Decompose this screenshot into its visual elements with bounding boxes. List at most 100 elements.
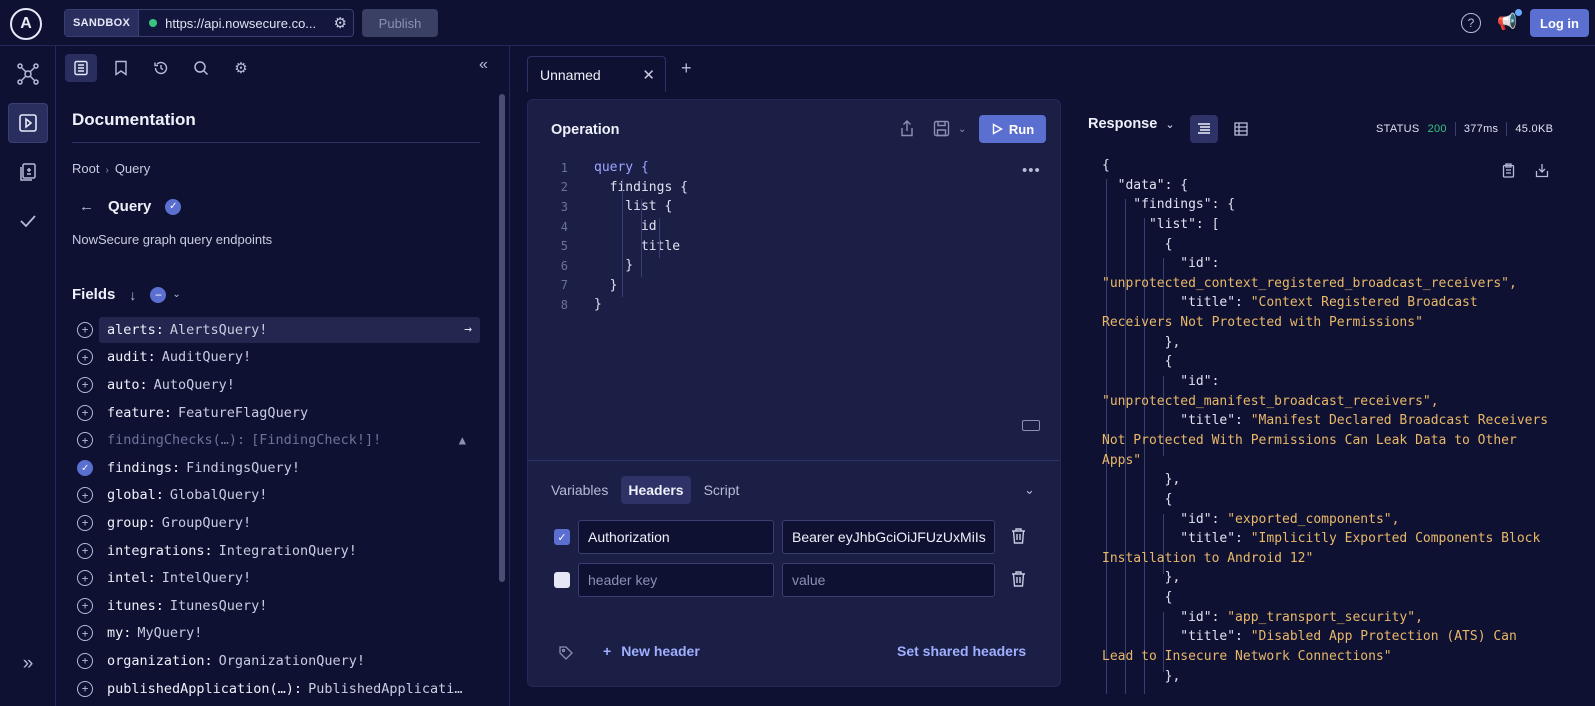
help-icon[interactable]: ? bbox=[1461, 13, 1481, 33]
add-field-plus-icon[interactable]: + bbox=[77, 625, 93, 642]
field-name[interactable]: intel: bbox=[107, 570, 156, 586]
header-key-input[interactable]: header key bbox=[578, 563, 774, 597]
expand-rail-icon[interactable]: » bbox=[8, 644, 48, 684]
add-field-plus-icon[interactable]: + bbox=[77, 376, 93, 393]
announcements-megaphone-icon[interactable]: 📢 bbox=[1497, 9, 1522, 32]
add-field-plus-icon[interactable]: + bbox=[77, 680, 93, 697]
field-row[interactable]: + itunes: ItunesQuery! bbox=[77, 592, 480, 620]
field-selected-check-icon[interactable]: ✓ bbox=[77, 459, 93, 476]
field-type[interactable]: [FindingCheck!]! bbox=[251, 432, 381, 448]
keyboard-shortcuts-icon[interactable] bbox=[1022, 420, 1040, 431]
field-name[interactable]: auto: bbox=[107, 377, 148, 393]
add-field-plus-icon[interactable]: + bbox=[77, 404, 93, 421]
chevron-down-icon[interactable]: ⌄ bbox=[172, 289, 180, 300]
connection-settings-gear-icon[interactable]: ⚙ bbox=[334, 14, 347, 32]
add-field-plus-icon[interactable]: + bbox=[77, 570, 93, 587]
field-row[interactable]: + alerts: AlertsQuery! → bbox=[77, 316, 480, 344]
add-field-plus-icon[interactable]: + bbox=[77, 432, 93, 449]
schema-graph-icon[interactable] bbox=[8, 54, 48, 94]
field-row[interactable]: ✓ findings: FindingsQuery! bbox=[77, 454, 480, 482]
tab-unnamed[interactable]: Unnamed ✕ bbox=[527, 56, 666, 92]
response-json[interactable]: { "data": { "findings": { "list": [ { "i… bbox=[1102, 158, 1562, 688]
field-name[interactable]: global: bbox=[107, 487, 164, 503]
field-type[interactable]: IntegrationQuery! bbox=[219, 543, 357, 559]
field-name[interactable]: feature: bbox=[107, 405, 172, 421]
close-tab-icon[interactable]: ✕ bbox=[642, 66, 655, 84]
new-tab-plus-icon[interactable]: + bbox=[681, 58, 692, 79]
docs-scrollbar[interactable] bbox=[499, 94, 505, 582]
add-field-plus-icon[interactable]: + bbox=[77, 597, 93, 614]
field-name[interactable]: publishedApplication(…): bbox=[107, 681, 302, 697]
field-row[interactable]: + findingChecks(…): [FindingCheck!]! ▲ bbox=[77, 426, 480, 454]
add-field-plus-icon[interactable]: + bbox=[77, 321, 93, 338]
collapse-chevron-icon[interactable]: ⌄ bbox=[1024, 482, 1035, 498]
checks-checkmark-icon[interactable] bbox=[8, 201, 48, 241]
set-shared-headers-button[interactable]: Set shared headers bbox=[897, 643, 1026, 659]
delete-header-trash-icon[interactable] bbox=[1011, 570, 1026, 591]
field-name[interactable]: itunes: bbox=[107, 598, 164, 614]
tab-variables[interactable]: Variables bbox=[544, 476, 615, 504]
field-row[interactable]: + intel: IntelQuery! bbox=[77, 564, 480, 592]
endpoint-url[interactable]: https://api.nowsecure.co... bbox=[165, 16, 327, 31]
field-name[interactable]: findingChecks(…): bbox=[107, 432, 245, 448]
table-view-icon[interactable] bbox=[1227, 115, 1255, 143]
history-icon[interactable] bbox=[145, 54, 177, 82]
deselect-all-minus-icon[interactable]: − bbox=[150, 286, 167, 303]
field-name[interactable]: alerts: bbox=[107, 322, 164, 338]
new-header-button[interactable]: + New header bbox=[603, 643, 700, 659]
delete-header-trash-icon[interactable] bbox=[1011, 527, 1026, 548]
header-presets-tag-icon[interactable] bbox=[558, 645, 574, 664]
add-field-plus-icon[interactable]: + bbox=[77, 542, 93, 559]
field-type[interactable]: IntelQuery! bbox=[162, 570, 251, 586]
documentation-tab-icon[interactable] bbox=[65, 54, 97, 82]
field-name[interactable]: integrations: bbox=[107, 543, 213, 559]
field-type[interactable]: GroupQuery! bbox=[162, 515, 251, 531]
field-row[interactable]: + audit: AuditQuery! bbox=[77, 344, 480, 372]
settings-gear-icon[interactable]: ⚙ bbox=[225, 54, 257, 82]
field-type[interactable]: MyQuery! bbox=[137, 625, 202, 641]
save-options-chevron-icon[interactable]: ⌄ bbox=[958, 124, 966, 135]
field-name[interactable]: findings: bbox=[107, 460, 180, 476]
arrow-right-icon[interactable]: → bbox=[464, 322, 472, 337]
field-type[interactable]: FeatureFlagQuery bbox=[178, 405, 308, 421]
field-row[interactable]: + publishedApplication(…): PublishedApplic… bbox=[77, 675, 480, 703]
add-field-plus-icon[interactable]: + bbox=[77, 514, 93, 531]
field-type[interactable]: FindingsQuery! bbox=[186, 460, 300, 476]
bookmark-icon[interactable] bbox=[105, 54, 137, 82]
endpoint-selector[interactable]: SANDBOX https://api.nowsecure.co... ⚙ bbox=[64, 9, 354, 37]
header-key-input[interactable]: Authorization bbox=[578, 520, 774, 554]
share-icon[interactable] bbox=[900, 120, 914, 141]
header-value-input[interactable]: Bearer eyJhbGciOiJFUzUxMiIs bbox=[782, 520, 995, 554]
header-value-input[interactable]: value bbox=[782, 563, 995, 597]
tab-script[interactable]: Script bbox=[697, 476, 747, 504]
code-editor[interactable]: 1 query {2 findings {3 list {4 id 5 title 6… bbox=[528, 158, 1060, 315]
header-enabled-checkbox[interactable] bbox=[554, 572, 570, 588]
more-options-icon[interactable]: ••• bbox=[1022, 162, 1041, 179]
search-icon[interactable] bbox=[185, 54, 217, 82]
collapse-panel-icon[interactable]: « bbox=[479, 56, 488, 74]
field-type[interactable]: PublishedApplicati… bbox=[308, 681, 462, 697]
field-row[interactable]: + auto: AutoQuery! bbox=[77, 371, 480, 399]
field-row[interactable]: + feature: FeatureFlagQuery bbox=[77, 399, 480, 427]
json-view-icon[interactable] bbox=[1190, 115, 1218, 143]
tab-headers[interactable]: Headers bbox=[621, 476, 691, 504]
save-icon[interactable] bbox=[933, 120, 950, 141]
apollo-logo-icon[interactable]: A bbox=[10, 8, 42, 40]
field-row[interactable]: + organization: OrganizationQuery! bbox=[77, 647, 480, 675]
field-row[interactable]: + group: GroupQuery! bbox=[77, 509, 480, 537]
add-field-plus-icon[interactable]: + bbox=[77, 349, 93, 366]
breadcrumb-query[interactable]: Query bbox=[115, 161, 150, 176]
header-enabled-checkbox[interactable]: ✓ bbox=[554, 529, 570, 545]
field-type[interactable]: OrganizationQuery! bbox=[219, 653, 365, 669]
response-selector[interactable]: Response ⌄ bbox=[1088, 116, 1175, 132]
field-type[interactable]: GlobalQuery! bbox=[170, 487, 268, 503]
field-name[interactable]: organization: bbox=[107, 653, 213, 669]
sort-arrow-down-icon[interactable]: ↓ bbox=[129, 287, 136, 303]
back-arrow-icon[interactable]: ← bbox=[79, 198, 94, 215]
field-type[interactable]: ItunesQuery! bbox=[170, 598, 268, 614]
explorer-play-icon[interactable] bbox=[8, 103, 48, 143]
field-type[interactable]: AuditQuery! bbox=[162, 349, 251, 365]
add-field-plus-icon[interactable]: + bbox=[77, 652, 93, 669]
field-row[interactable]: + my: MyQuery! bbox=[77, 620, 480, 648]
add-field-plus-icon[interactable]: + bbox=[77, 487, 93, 504]
